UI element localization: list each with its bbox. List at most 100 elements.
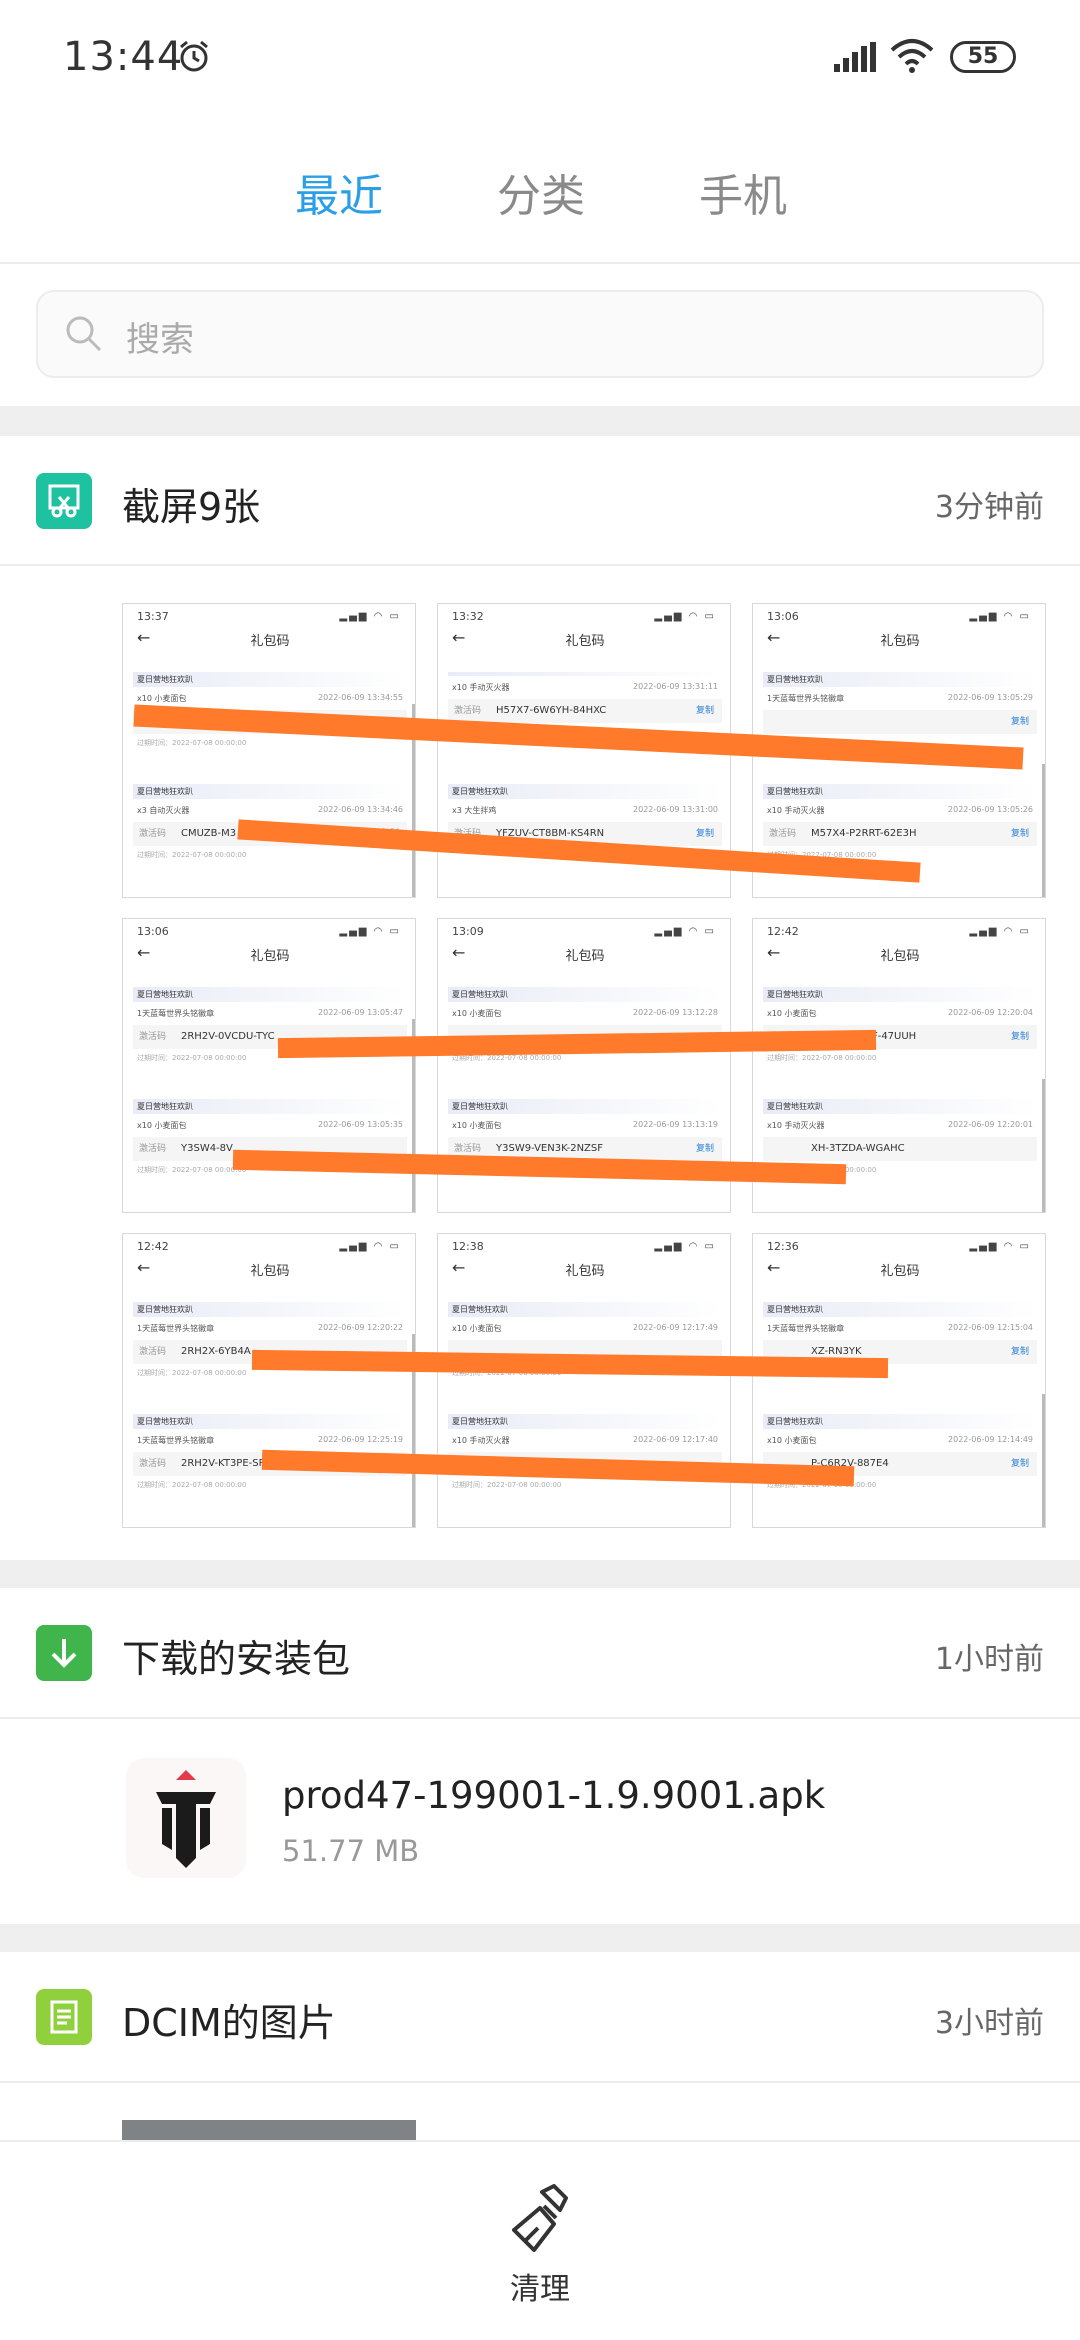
card-code-row: 激活码 M57X4-P2RRT-62E3H 复制 [763,822,1037,846]
card-item: x10 手动灭火器 2022-06-09 12:20:01 [767,1120,1033,1130]
thumb-title: 礼包码 [565,1264,605,1279]
screenshot-thumbnail[interactable]: 13:37 ▂▄▆ ◠ ▭ ← 礼包码 夏日营地狂欢趴 x10 小麦面包 2022-06-0… [122,603,416,898]
search-placeholder: 搜索 [126,320,194,360]
wifi-icon [890,38,934,78]
screenshot-thumbnail[interactable]: 12:42 ▂▄▆ ◠ ▭ ← 礼包码 夏日营地狂欢趴 x10 小麦面包 2022-06-0… [752,918,1046,1213]
thumb-status-icons: ▂▄▆ ◠ ▭ [654,1241,716,1252]
card-code: Y3SW9-VEN3K-2NZSF [496,1143,604,1154]
gift-card: x10 手动灭火器 2022-06-09 13:31:11 激活码 H57X7-6W6… [448,672,722,772]
card-head: 夏日营地狂欢趴 [763,1099,1037,1114]
section-title: 下载的安装包 [122,1637,351,1681]
copy-button: 复制 [695,706,714,716]
card-head: 夏日营地狂欢趴 [763,1414,1037,1429]
thumb-status-icons: ▂▄▆ ◠ ▭ [339,926,401,937]
card-code-row: 复制 [763,710,1037,734]
card-item: x10 小麦面包 2022-06-09 13:05:35 [137,1120,403,1130]
card-code: P-C6R2V-887E4 [811,1458,889,1469]
card-date: 2022-06-09 13:05:35 [318,1120,403,1129]
tab-recent[interactable]: 最近 [295,160,383,224]
card-code-row: 激活码 YFZUV-CT8BM-KS4RN 复制 [448,822,722,846]
card-item: 1天蓝莓世界头铭徽章 2022-06-09 13:05:47 [137,1008,403,1018]
app-logo-icon[interactable] [126,1758,246,1878]
screenshot-thumbnail[interactable]: 12:38 ▂▄▆ ◠ ▭ ← 礼包码 夏日营地狂欢趴 x10 小麦面包 2022-06-0… [437,1233,731,1528]
card-item: x10 手动灭火器 2022-06-09 13:31:11 [452,682,718,692]
card-head: 夏日营地狂欢趴 [448,784,722,799]
card-item: x3 自动灭火器 2022-06-09 13:34:46 [137,805,403,815]
thumb-time: 12:42 [137,1240,169,1253]
thumb-scrollbar [412,1019,415,1212]
card-expiry: 过期时间：2022-07-08 00:00:00 [137,851,247,859]
thumb-time: 13:09 [452,925,484,938]
gift-card: 夏日营地狂欢趴 x10 手动灭火器 2022-06-09 12:20:01 XH-3T… [763,1099,1037,1199]
thumb-title: 礼包码 [880,634,920,649]
section-downloads-header[interactable]: 下载的安装包 1小时前 [0,1588,1080,1718]
card-expiry: 过期时间：2022-07-08 00:00:00 [767,1481,877,1489]
card-date: 2022-06-09 13:05:26 [948,805,1033,814]
alarm-icon [176,38,212,78]
card-head: 夏日营地狂欢趴 [763,987,1037,1002]
card-head: 夏日营地狂欢趴 [763,1302,1037,1317]
screenshot-thumbnail[interactable]: 13:06 ▂▄▆ ◠ ▭ ← 礼包码 夏日营地狂欢趴 1天蓝莓世界头铭徽章 2022-06… [122,918,416,1213]
thumb-title: 礼包码 [880,1264,920,1279]
card-head: 夏日营地狂欢趴 [133,1302,407,1317]
card-expiry: 过期时间：2022-07-08 00:00:00 [767,1369,877,1377]
section-title: 截屏9张 [122,485,261,529]
broom-icon[interactable] [504,2184,576,2260]
search-input[interactable]: 搜索 [36,290,1044,378]
bottom-bar: 清理 [0,2140,1080,2340]
thumb-title: 礼包码 [565,949,605,964]
status-time: 13:44 [63,34,184,80]
thumb-time: 13:37 [137,610,169,623]
card-item: x3 大生拌鸡 2022-06-09 13:31:00 [452,805,718,815]
section-time: 3分钟前 [934,490,1044,525]
thumb-status-icons: ▂▄▆ ◠ ▭ [969,611,1031,622]
card-code: 2RH2V-0VCDU-TYC [181,1031,275,1042]
tab-bar: 最近 分类 手机 [0,140,1080,260]
screenshot-thumbnail[interactable]: 12:42 ▂▄▆ ◠ ▭ ← 礼包码 夏日营地狂欢趴 1天蓝莓世界头铭徽章 2022-06… [122,1233,416,1528]
gift-card: 夏日营地狂欢趴 x3 自动灭火器 2022-06-09 13:34:46 激活码 CMU… [133,784,407,884]
copy-button: 复制 [695,1144,714,1154]
card-code: XZ-RN3YK [811,1346,862,1357]
card-expiry: 过期时间：2022-07-08 00:00:00 [137,1481,247,1489]
screenshot-thumbnail[interactable]: 13:09 ▂▄▆ ◠ ▭ ← 礼包码 夏日营地狂欢趴 x10 小麦面包 2022-06-0… [437,918,731,1213]
download-icon [36,1625,92,1681]
screenshot-thumbnail[interactable]: 12:36 ▂▄▆ ◠ ▭ ← 礼包码 夏日营地狂欢趴 1天蓝莓世界头铭徽章 2022-06… [752,1233,1046,1528]
tab-category[interactable]: 分类 [497,160,585,224]
gift-card: 夏日营地狂欢趴 1天蓝莓世界头铭徽章 2022-06-09 13:05:29 复制 过期… [763,672,1037,772]
section-screenshots-header[interactable]: 截屏9张 3分钟前 [0,436,1080,566]
clean-label[interactable]: 清理 [0,2264,1080,2308]
tab-phone[interactable]: 手机 [699,160,787,224]
thumb-status-icons: ▂▄▆ ◠ ▭ [339,1241,401,1252]
battery-indicator: 55 [950,41,1016,73]
copy-button: 复制 [380,829,399,839]
card-code: XH-3TZDA-WGAHC [811,1143,905,1154]
copy-button: 复制 [1010,1032,1029,1042]
card-date: 2022-06-09 12:20:22 [318,1323,403,1332]
file-name[interactable]: prod47-199001-1.9.9001.apk [282,1774,825,1817]
card-date: 2022-06-09 13:34:46 [318,805,403,814]
file-size: 51.77 MB [282,1834,420,1868]
card-expiry: 过期时间：2022-07-08 00:00:00 [767,1054,877,1062]
gift-card: 夏日营地狂欢趴 1天蓝莓世界头铭徽章 2022-06-09 12:15:04 XZ-R… [763,1302,1037,1402]
gift-card: 夏日营地狂欢趴 1天蓝莓世界头铭徽章 2022-06-09 12:25:19 激活码 2… [133,1414,407,1514]
card-code: H57X7-6W6YH-84HXC [496,705,607,716]
card-expiry: 过期时间：2022-07-08 00:00:00 [767,739,877,747]
thumb-time: 13:06 [767,610,799,623]
card-code-row: XZ-RN3YK 复制 [763,1340,1037,1364]
gift-card: 夏日营地狂欢趴 x10 小麦面包 2022-06-09 13:12:28 过期时间：2… [448,987,722,1087]
card-item: 1天蓝莓世界头铭徽章 2022-06-09 12:15:04 [767,1323,1033,1333]
gift-card: 夏日营地狂欢趴 x10 小麦面包 2022-06-09 13:05:35 激活码 Y3S… [133,1099,407,1199]
gift-card: 夏日营地狂欢趴 x10 小麦面包 2022-06-09 12:17:49 过期时间：2… [448,1302,722,1402]
card-expiry: 过期时间：2022-07-08 00:00:00 [137,739,247,747]
card-date: 2022-06-09 12:14:49 [948,1435,1033,1444]
thumb-scrollbar [1042,764,1045,897]
screenshot-thumbnail[interactable]: 13:06 ▂▄▆ ◠ ▭ ← 礼包码 夏日营地狂欢趴 1天蓝莓世界头铭徽章 2022-06… [752,603,1046,898]
gift-card: 夏日营地狂欢趴 x10 手动灭火器 2022-06-09 12:17:40 过期时间：… [448,1414,722,1514]
screenshot-thumbnail[interactable]: 13:32 ▂▄▆ ◠ ▭ ← 礼包码 x10 手动灭火器 2022-06-09 13:3… [437,603,731,898]
card-head: 夏日营地狂欢趴 [133,672,407,687]
section-dcim-header[interactable]: DCIM的图片 3小时前 [0,1952,1080,2082]
card-head: 夏日营地狂欢趴 [133,1414,407,1429]
card-code: 2RH2X-6YB4A [181,1346,251,1357]
card-code: YFZUV-CT8BM-KS4RN [496,828,605,839]
copy-button: 复制 [1010,1459,1029,1469]
